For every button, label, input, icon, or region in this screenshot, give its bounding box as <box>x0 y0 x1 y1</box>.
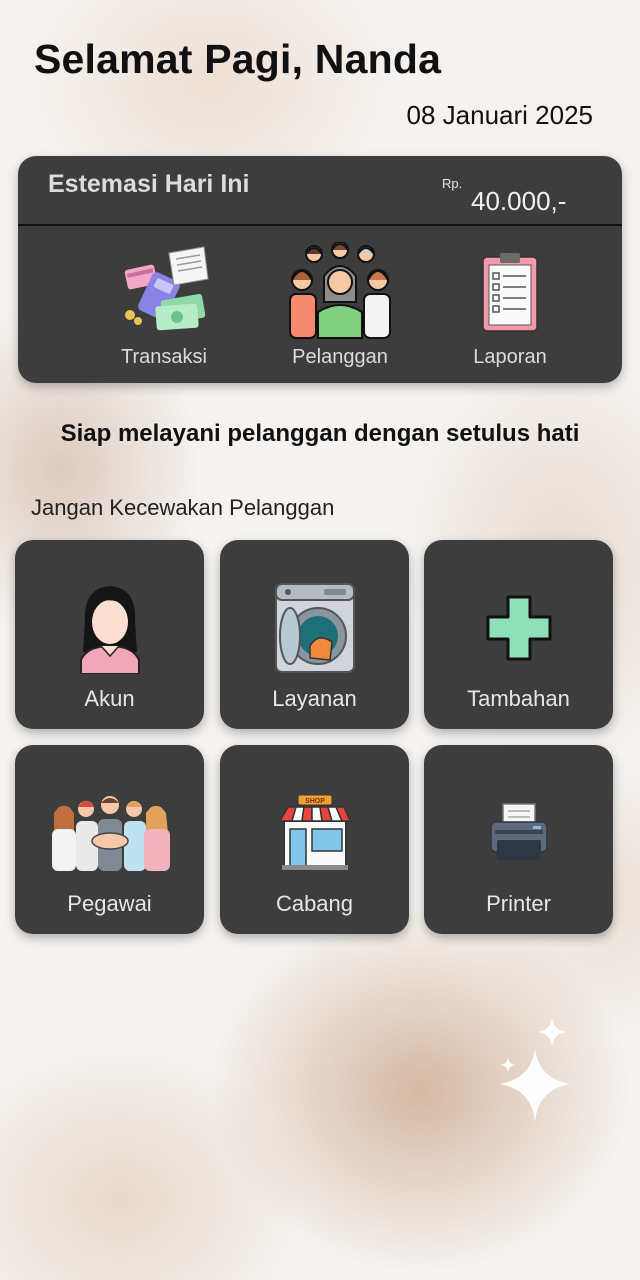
washing-machine-icon <box>220 580 409 676</box>
pegawai-tile[interactable]: Pegawai <box>15 745 204 934</box>
report-icon <box>430 242 590 342</box>
estimate-card: Estemasi Hari Ini Rp. 40.000,- Transaksi… <box>18 156 622 383</box>
printer-tile[interactable]: Printer <box>424 745 613 934</box>
pegawai-label: Pegawai <box>67 891 152 916</box>
printer-label: Printer <box>486 891 551 916</box>
plus-icon <box>424 580 613 676</box>
pelanggan-label: Pelanggan <box>292 346 388 368</box>
sparkle-icon <box>500 1018 570 1122</box>
currency-label: Rp. <box>442 176 463 191</box>
account-icon <box>15 580 204 676</box>
cabang-label: Cabang <box>275 891 354 916</box>
estimate-title: Estemasi Hari Ini <box>48 170 250 198</box>
pelanggan-button[interactable]: Pelanggan <box>260 242 420 369</box>
estimate-amount: 40.000,- <box>471 186 567 216</box>
subtitle: Jangan Kecewakan Pelanggan <box>31 495 335 520</box>
akun-label: Akun <box>84 686 135 711</box>
laporan-button[interactable]: Laporan <box>430 242 590 369</box>
employees-icon <box>15 785 204 881</box>
tagline: Siap melayani pelanggan dengan setulus h… <box>60 420 580 447</box>
shop-sign-text: SHOP <box>305 798 325 805</box>
customers-icon <box>260 242 420 342</box>
tambahan-label: Tambahan <box>467 686 570 711</box>
printer-icon <box>424 785 613 881</box>
greeting-title: Selamat Pagi, Nanda <box>34 36 442 82</box>
current-date: 08 Januari 2025 <box>406 100 593 130</box>
cabang-tile[interactable]: SHOP Cabang <box>220 745 409 934</box>
laporan-label: Laporan <box>473 346 547 368</box>
akun-tile[interactable]: Akun <box>15 540 204 729</box>
layanan-label: Layanan <box>272 686 357 711</box>
layanan-tile[interactable]: Layanan <box>220 540 409 729</box>
tambahan-tile[interactable]: Tambahan <box>424 540 613 729</box>
transaksi-label: Transaksi <box>121 346 207 368</box>
card-divider <box>18 224 622 226</box>
transaction-icon <box>84 242 244 342</box>
shop-icon: SHOP <box>220 785 409 881</box>
transaksi-button[interactable]: Transaksi <box>84 242 244 369</box>
